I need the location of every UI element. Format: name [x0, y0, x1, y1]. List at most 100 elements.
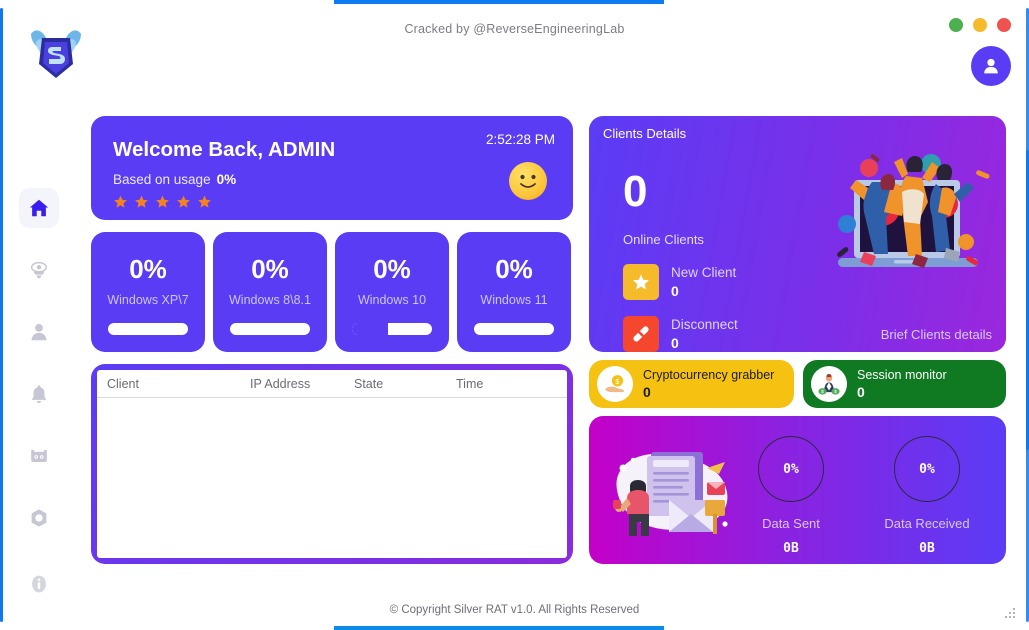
table-header-row: Client IP Address State Time [97, 370, 567, 398]
robot-icon [31, 450, 47, 462]
svg-text:$: $ [821, 389, 824, 395]
coin-hand-icon: $ [597, 366, 633, 402]
eye-icon [30, 261, 48, 279]
data-gauge-value: 0B [919, 541, 935, 556]
star-icon [176, 194, 191, 214]
data-gauge-value: 0B [783, 541, 799, 556]
user-avatar-button[interactable] [971, 46, 1011, 86]
os-stat-percent: 0% [373, 254, 411, 284]
data-gauge-label: Data Received [884, 516, 970, 531]
data-gauge: 0% Data Sent 0B [741, 436, 841, 556]
data-gauge-label: Data Sent [762, 516, 820, 531]
home-icon [29, 199, 49, 217]
dashboard-content: Welcome Back, ADMIN Based on usage 0% 2:5… [75, 100, 1016, 588]
sidebar-item-surveillance[interactable] [19, 250, 59, 290]
clock-label: 2:52:28 PM [485, 132, 555, 147]
svg-text:$: $ [834, 389, 837, 395]
smiley-face-icon [509, 162, 547, 200]
os-stat-percent: 0% [129, 254, 167, 284]
bell-icon [31, 385, 47, 403]
session-monitor-card[interactable]: $ $ Session monitor 0 [803, 360, 1006, 408]
os-stat-percent: 0% [495, 254, 533, 284]
rating-stars [113, 194, 212, 214]
usage-text: Based on usage [113, 172, 211, 187]
star-icon [197, 194, 212, 214]
os-stat-label: Windows 11 [480, 293, 548, 307]
user-avatar-icon [984, 58, 998, 74]
data-gauge: 0% Data Received 0B [877, 436, 977, 556]
application-window: Cracked by @ReverseEngineeringLab Welcom… [0, 0, 1029, 630]
cryptocurrency-grabber-card[interactable]: $ Cryptocurrency grabber 0 [589, 360, 794, 408]
os-stat-progress [474, 323, 554, 335]
gear-icon [31, 509, 47, 527]
page-title: Welcome Back, ADMIN [113, 138, 336, 161]
star-icon [155, 194, 170, 214]
resize-grip-icon[interactable] [1004, 606, 1016, 618]
sidebar-item-notifications[interactable] [19, 374, 59, 414]
person-mail-document-illustration-icon [603, 438, 743, 543]
new-client-label: New Client [671, 265, 737, 280]
star-icon [623, 264, 659, 300]
os-stat-label: Windows 8\8.1 [229, 293, 311, 307]
unplug-icon [623, 316, 659, 352]
disconnect-value: 0 [671, 335, 679, 351]
usage-value: 0% [216, 172, 237, 187]
os-stat-percent: 0% [251, 254, 289, 284]
usage-label: Based on usage 0% [113, 172, 236, 187]
data-gauge-ring: 0% [758, 436, 824, 502]
os-stat-card[interactable]: 0% Windows 8\8.1 [213, 232, 327, 352]
os-stat-card[interactable]: 0% Windows 10 [335, 232, 449, 352]
session-monitor-value: 0 [857, 384, 865, 400]
clients-details-card: Clients Details 0 Online Clients New Cli… [589, 116, 1006, 352]
money-person-icon: $ $ [811, 366, 847, 402]
table-body[interactable] [97, 399, 567, 558]
close-button[interactable] [997, 18, 1011, 32]
star-icon [113, 194, 128, 214]
sidebar-nav [3, 100, 75, 626]
data-transfer-card: 0% Data Sent 0B 0% Data Received 0B [589, 416, 1006, 564]
os-stat-card[interactable]: 0% Windows XP\7 [91, 232, 205, 352]
sidebar-item-builder[interactable] [19, 436, 59, 476]
clients-table[interactable]: Client IP Address State Time [97, 370, 567, 558]
svg-text:$: $ [615, 377, 619, 386]
table-column-header[interactable]: State [354, 377, 456, 391]
sidebar-item-about[interactable] [19, 564, 59, 604]
os-stat-label: Windows XP\7 [107, 293, 189, 307]
new-client-value: 0 [671, 283, 679, 299]
sidebar-item-settings[interactable] [19, 498, 59, 538]
os-stat-progress [352, 323, 432, 335]
people-celebrating-laptop-illustration-icon [816, 138, 996, 293]
os-stat-card[interactable]: 0% Windows 11 [457, 232, 571, 352]
user-icon [31, 324, 47, 341]
cryptocurrency-grabber-label: Cryptocurrency grabber [643, 368, 775, 382]
footer-copyright: © Copyright Silver RAT v1.0. All Rights … [389, 604, 640, 616]
clients-table-card: Client IP Address State Time [91, 364, 573, 564]
data-gauge-percent: 0% [919, 461, 935, 477]
os-stat-progress [230, 323, 310, 335]
session-monitor-label: Session monitor [857, 368, 947, 382]
new-client-stat: New Client 0 [623, 264, 736, 300]
maximize-button[interactable] [973, 18, 987, 32]
sidebar-item-clients[interactable] [19, 312, 59, 352]
os-stat-progress [108, 323, 188, 335]
table-column-header[interactable]: IP Address [250, 377, 354, 391]
brief-clients-details-label: Brief Clients details [880, 327, 992, 342]
info-icon [32, 575, 46, 593]
sidebar-item-home[interactable] [19, 188, 59, 228]
table-column-header[interactable]: Time [456, 377, 556, 391]
data-gauge-percent: 0% [783, 461, 799, 477]
os-stat-label: Windows 10 [357, 293, 427, 307]
clients-details-title: Clients Details [603, 126, 687, 141]
table-column-header[interactable]: Client [107, 377, 250, 391]
top-bar: Cracked by @ReverseEngineeringLab [3, 4, 1026, 100]
star-icon [134, 194, 149, 214]
online-clients-count: 0 [623, 167, 648, 216]
data-gauge-ring: 0% [894, 436, 960, 502]
cryptocurrency-grabber-value: 0 [643, 384, 651, 400]
online-clients-label: Online Clients [623, 232, 704, 247]
disconnect-stat: Disconnect 0 [623, 316, 738, 352]
minimize-button[interactable] [949, 18, 963, 32]
disconnect-label: Disconnect [671, 317, 738, 332]
window-frame: Cracked by @ReverseEngineeringLab Welcom… [3, 4, 1026, 626]
welcome-card: Welcome Back, ADMIN Based on usage 0% 2:5… [91, 116, 573, 220]
